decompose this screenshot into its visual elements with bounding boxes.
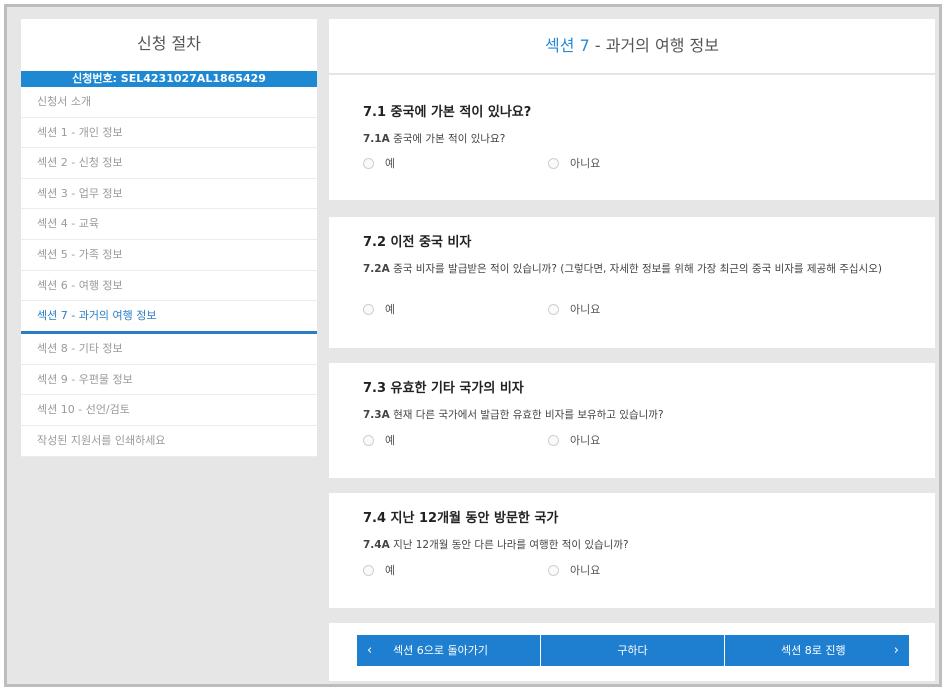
question-heading: 7.3 유효한 기타 국가의 비자: [363, 381, 524, 396]
sidebar: 신청 절차 신청번호: SEL4231027AL1865429 신청서 소개 섹…: [21, 19, 317, 457]
save-button-label: 구하다: [617, 644, 648, 657]
sidebar-item-print[interactable]: 작성된 지원서를 인쇄하세요: [21, 426, 317, 457]
radio-group: 예 아니요: [363, 432, 863, 448]
sidebar-item-section-10[interactable]: 섹션 10 - 선언/검토: [21, 395, 317, 426]
radio-group: 예 아니요: [363, 155, 863, 171]
sidebar-item-section-8[interactable]: 섹션 8 - 기타 정보: [21, 334, 317, 365]
question-code: 7.4A: [363, 539, 390, 551]
page-title: 섹션 7 - 과거의 여행 정보: [329, 19, 935, 74]
chevron-right-icon: ›: [893, 643, 899, 658]
question-body: 현재 다른 국가에서 발급한 유효한 비자를 보유하고 있습니까?: [393, 409, 664, 421]
question-card-7-4: 7.4 지난 12개월 동안 방문한 국가 7.4A 지난 12개월 동안 다른…: [329, 493, 935, 608]
radio-circle-icon[interactable]: [548, 564, 559, 576]
radio-circle-icon[interactable]: [363, 157, 374, 169]
radio-yes[interactable]: 예: [363, 155, 395, 171]
question-text: 7.2A 중국 비자를 발급받은 적이 있습니까? (그렇다면, 자세한 정보를…: [363, 262, 935, 276]
radio-no[interactable]: 아니요: [548, 562, 600, 578]
title-separator: -: [594, 36, 601, 55]
radio-yes-label: 예: [385, 434, 396, 447]
question-text: 7.1A 중국에 가본 적이 있나요?: [363, 132, 535, 146]
sidebar-item-intro[interactable]: 신청서 소개: [21, 87, 317, 118]
sidebar-item-section-9[interactable]: 섹션 9 - 우편물 정보: [21, 365, 317, 396]
radio-no[interactable]: 아니요: [548, 155, 600, 171]
back-button[interactable]: ‹ 섹션 6으로 돌아가기: [357, 635, 541, 666]
next-button-label: 섹션 8로 진행: [781, 644, 846, 657]
radio-no-label: 아니요: [570, 303, 601, 316]
radio-no-label: 아니요: [570, 434, 601, 447]
button-bar: ‹ 섹션 6으로 돌아가기 구하다 섹션 8로 진행 ›: [357, 635, 909, 666]
question-code: 7.1A: [363, 133, 390, 145]
sidebar-title: 신청 절차: [137, 34, 201, 53]
radio-yes[interactable]: 예: [363, 432, 395, 448]
radio-circle-icon[interactable]: [548, 434, 559, 446]
next-button[interactable]: 섹션 8로 진행 ›: [725, 635, 909, 666]
section-word: 섹션: [545, 36, 575, 55]
question-text: 7.3A 현재 다른 국가에서 발급한 유효한 비자를 보유하고 있습니까?: [363, 408, 694, 422]
question-heading: 7.4 지난 12개월 동안 방문한 국가: [363, 511, 559, 526]
radio-group: 예 아니요: [363, 562, 863, 578]
question-code: 7.2A: [363, 263, 390, 275]
question-body: 지난 12개월 동안 다른 나라를 여행한 적이 있습니까?: [393, 539, 629, 551]
sidebar-item-section-3[interactable]: 섹션 3 - 업무 정보: [21, 179, 317, 210]
save-button[interactable]: 구하다: [541, 635, 725, 666]
question-code: 7.3A: [363, 409, 390, 421]
radio-group: 예 아니요: [363, 301, 863, 317]
question-card-7-3: 7.3 유효한 기타 국가의 비자 7.3A 현재 다른 국가에서 발급한 유효…: [329, 363, 935, 478]
question-card-7-1: 7.1 중국에 가본 적이 있나요? 7.1A 중국에 가본 적이 있나요? 예…: [329, 75, 935, 200]
question-heading: 7.1 중국에 가본 적이 있나요?: [363, 105, 532, 120]
question-body: 중국 비자를 발급받은 적이 있습니까? (그렇다면, 자세한 정보를 위해 가…: [393, 263, 882, 275]
radio-circle-icon[interactable]: [363, 434, 374, 446]
radio-yes[interactable]: 예: [363, 301, 395, 317]
section-title: 과거의 여행 정보: [605, 36, 719, 55]
radio-yes[interactable]: 예: [363, 562, 395, 578]
radio-yes-label: 예: [385, 157, 396, 170]
sidebar-item-section-2[interactable]: 섹션 2 - 신청 정보: [21, 148, 317, 179]
sidebar-item-section-4[interactable]: 섹션 4 - 교육: [21, 209, 317, 240]
chevron-left-icon: ‹: [367, 643, 373, 658]
section-number: 7: [579, 36, 590, 55]
question-text: 7.4A 지난 12개월 동안 다른 나라를 여행한 적이 있습니까?: [363, 538, 659, 552]
sidebar-item-section-7[interactable]: 섹션 7 - 과거의 여행 정보: [21, 301, 317, 335]
radio-no-label: 아니요: [570, 157, 601, 170]
sidebar-item-section-6[interactable]: 섹션 6 - 여행 정보: [21, 271, 317, 302]
window-frame: 신청 절차 신청번호: SEL4231027AL1865429 신청서 소개 섹…: [4, 4, 942, 687]
radio-yes-label: 예: [385, 303, 396, 316]
sidebar-item-section-5[interactable]: 섹션 5 - 가족 정보: [21, 240, 317, 271]
application-number: 신청번호: SEL4231027AL1865429: [21, 71, 317, 87]
radio-yes-label: 예: [385, 564, 396, 577]
radio-no[interactable]: 아니요: [548, 432, 600, 448]
main-content: 섹션 7 - 과거의 여행 정보 7.1 중국에 가본 적이 있나요? 7.1A…: [329, 19, 935, 681]
question-heading: 7.2 이전 중국 비자: [363, 235, 472, 250]
question-body: 중국에 가본 적이 있나요?: [393, 133, 506, 145]
question-card-7-2: 7.2 이전 중국 비자 7.2A 중국 비자를 발급받은 적이 있습니까? (…: [329, 217, 935, 348]
radio-circle-icon[interactable]: [548, 303, 559, 315]
sidebar-item-section-1[interactable]: 섹션 1 - 개인 정보: [21, 118, 317, 149]
radio-no[interactable]: 아니요: [548, 301, 600, 317]
back-button-label: 섹션 6으로 돌아가기: [393, 644, 488, 657]
radio-no-label: 아니요: [570, 564, 601, 577]
radio-circle-icon[interactable]: [363, 564, 374, 576]
footer-navigation: ‹ 섹션 6으로 돌아가기 구하다 섹션 8로 진행 ›: [329, 623, 935, 681]
radio-circle-icon[interactable]: [363, 303, 374, 315]
radio-circle-icon[interactable]: [548, 157, 559, 169]
